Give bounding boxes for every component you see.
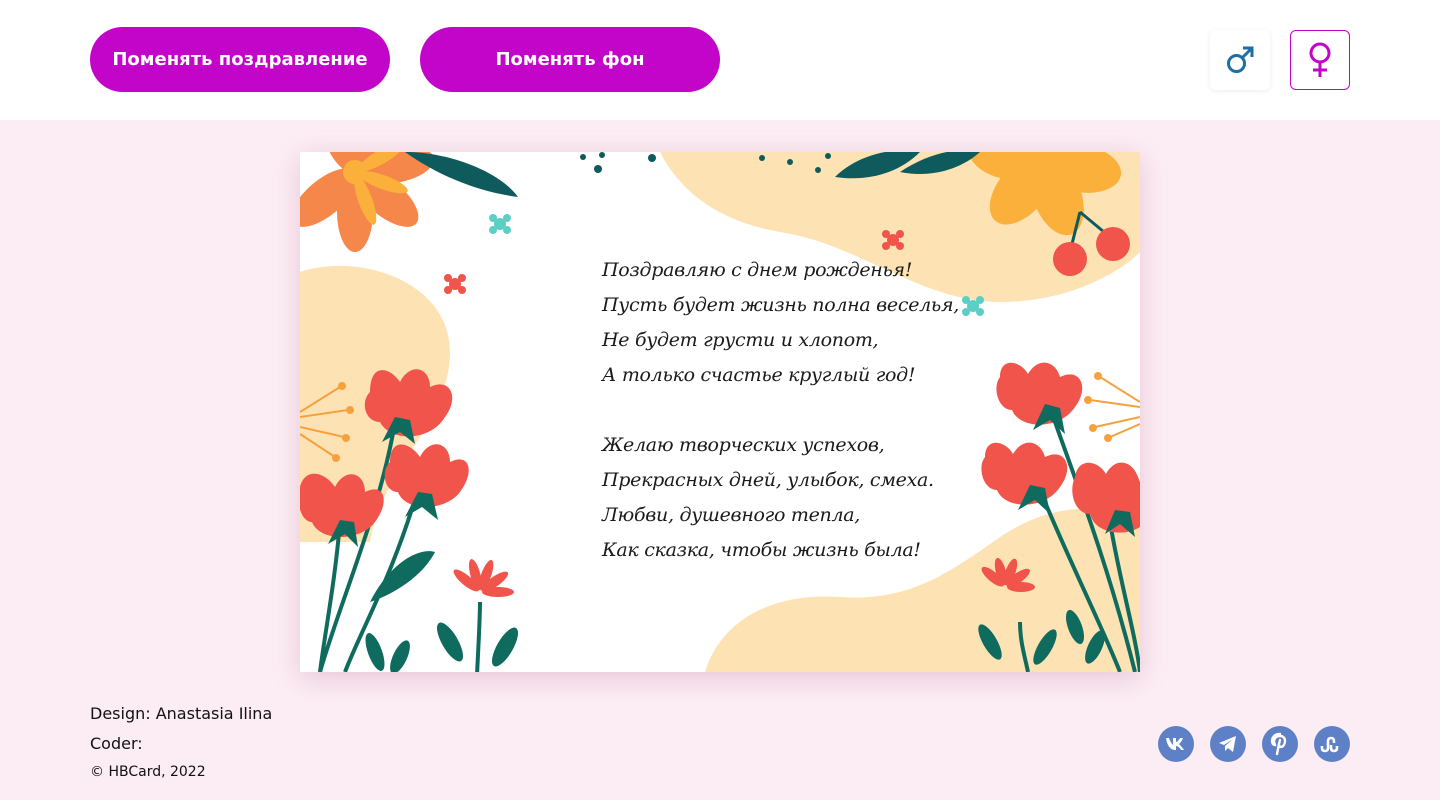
pinterest-icon [1270, 732, 1287, 756]
poem-line: Как сказка, чтобы жизнь была! [602, 539, 921, 561]
copyright: © HBCard, 2022 [90, 764, 206, 780]
change-background-button[interactable]: Поменять фон [420, 27, 720, 92]
poem-line: Не будет грусти и хлопот, [602, 329, 879, 351]
poem-line: А только счастье круглый год! [602, 364, 916, 386]
change-greeting-button[interactable]: Поменять поздравление [90, 27, 390, 92]
pinterest-link[interactable] [1262, 726, 1298, 762]
poem-line: Поздравляю с днем рожденья! [602, 259, 913, 281]
stumbleupon-icon [1320, 736, 1339, 753]
vk-icon [1166, 738, 1184, 750]
telegram-link[interactable] [1210, 726, 1246, 762]
greeting-card: Поздравляю с днем рожденья! Пусть будет … [300, 152, 1140, 672]
header-bar: Поменять поздравление Поменять фон [0, 0, 1440, 120]
telegram-icon [1219, 736, 1236, 752]
male-gender-button[interactable] [1210, 30, 1270, 90]
female-icon [1309, 42, 1331, 77]
vk-link[interactable] [1158, 726, 1194, 762]
greeting-poem: Поздравляю с днем рожденья! Пусть будет … [602, 253, 1022, 568]
poem-line: Желаю творческих успехов, [602, 434, 885, 456]
coder-credit: Coder: [90, 734, 143, 753]
male-icon [1227, 46, 1254, 73]
stanza-gap [602, 393, 1022, 428]
female-gender-button[interactable] [1290, 30, 1350, 90]
poem-line: Любви, душевного тепла, [602, 504, 861, 526]
stumbleupon-link[interactable] [1314, 726, 1350, 762]
design-credit: Design: Anastasia Ilina [90, 704, 273, 723]
poem-line: Прекрасных дней, улыбок, смеха. [602, 469, 934, 491]
poem-line: Пусть будет жизнь полна веселья, [602, 294, 959, 316]
